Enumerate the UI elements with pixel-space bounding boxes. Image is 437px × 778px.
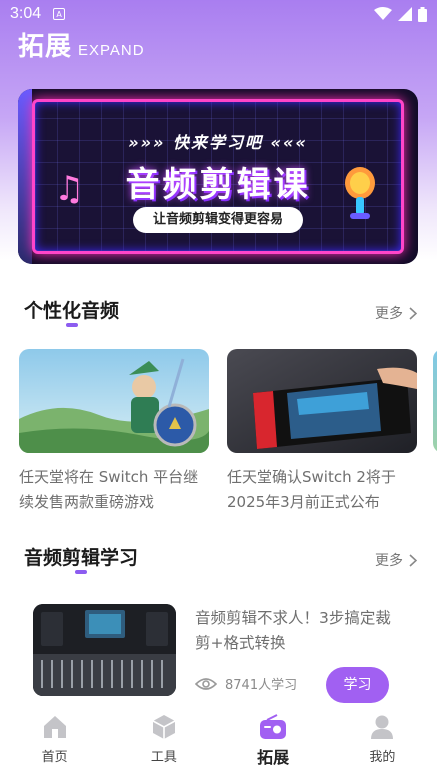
section-underline bbox=[66, 323, 78, 327]
course-item[interactable]: 音频剪辑不求人！3步搞定裁剪+格式转换 8741人学习 学习 bbox=[33, 604, 403, 703]
chevron-right-icon bbox=[409, 553, 417, 567]
banner-headline: 音频剪辑课 bbox=[125, 165, 311, 205]
tab-home[interactable]: 首页 bbox=[0, 706, 109, 778]
tab-profile[interactable]: 我的 bbox=[328, 706, 437, 778]
course-thumbnail bbox=[33, 604, 176, 696]
tab-tools[interactable]: 工具 bbox=[109, 706, 218, 778]
more-link-personalized[interactable]: 更多 bbox=[375, 303, 417, 323]
notification-icon: A bbox=[53, 8, 66, 20]
battery-icon bbox=[418, 6, 427, 22]
card-title: 任天堂确认Switch 2将于2025年3月前正式公布 bbox=[227, 468, 396, 511]
console-photo bbox=[227, 349, 417, 453]
promo-banner[interactable]: ♫ »»» 快来学习吧 ««« 音频剪辑课 让音频剪辑变得更容易 bbox=[18, 89, 418, 264]
banner-tagline: 让音频剪辑变得更容易 bbox=[133, 207, 303, 233]
banner-kicker: »»» 快来学习吧 ««« bbox=[128, 133, 308, 152]
chevron-right-icon bbox=[409, 306, 417, 320]
tab-label: 首页 bbox=[41, 750, 68, 765]
bottom-tab-bar: 首页 工具 拓展 我的 bbox=[0, 706, 437, 778]
landscape-illustration bbox=[19, 349, 209, 453]
status-icons bbox=[374, 6, 427, 22]
user-icon bbox=[371, 715, 394, 739]
studio-photo bbox=[33, 604, 176, 696]
status-time: 3:04 bbox=[10, 5, 42, 22]
page-title: 拓展 bbox=[18, 32, 73, 62]
course-title: 音频剪辑不求人！3步搞定裁剪+格式转换 bbox=[195, 609, 391, 652]
box-icon bbox=[152, 715, 176, 739]
wifi-icon bbox=[374, 7, 392, 20]
signal-icon bbox=[398, 7, 412, 21]
section-title-learning: 音频剪辑学习 bbox=[24, 547, 139, 569]
section-title-personalized: 个性化音频 bbox=[24, 300, 120, 322]
page-header: 拓展 EXPAND bbox=[18, 26, 145, 63]
tab-expand[interactable]: 拓展 bbox=[219, 706, 328, 778]
card-title: 任天堂将在 Switch 平台继续发售两款重磅游戏 bbox=[19, 468, 199, 511]
tab-label: 拓展 bbox=[257, 748, 290, 767]
status-bar: 3:04 A bbox=[0, 0, 437, 28]
more-link-learning[interactable]: 更多 bbox=[375, 550, 417, 570]
audio-card[interactable]: 任天堂确认Switch 2将于2025年3月前正式公布 bbox=[227, 349, 417, 515]
page-subtitle: EXPAND bbox=[78, 42, 145, 59]
section-underline bbox=[75, 570, 87, 574]
tab-label: 工具 bbox=[150, 750, 177, 765]
card-peek[interactable] bbox=[433, 349, 437, 453]
learn-button[interactable]: 学习 bbox=[326, 667, 389, 703]
card-thumbnail bbox=[227, 349, 417, 453]
tab-label: 我的 bbox=[369, 750, 396, 765]
more-label: 更多 bbox=[375, 306, 403, 322]
audio-card[interactable]: 任天堂将在 Switch 平台继续发售两款重磅游戏 bbox=[19, 349, 209, 515]
more-label: 更多 bbox=[375, 553, 403, 569]
learner-count: 8741人学习 bbox=[225, 678, 298, 693]
card-thumbnail bbox=[19, 349, 209, 453]
eye-icon bbox=[195, 677, 217, 690]
radio-icon bbox=[260, 714, 287, 739]
home-icon bbox=[43, 716, 66, 738]
course-meta: 8741人学习 bbox=[195, 674, 297, 693]
